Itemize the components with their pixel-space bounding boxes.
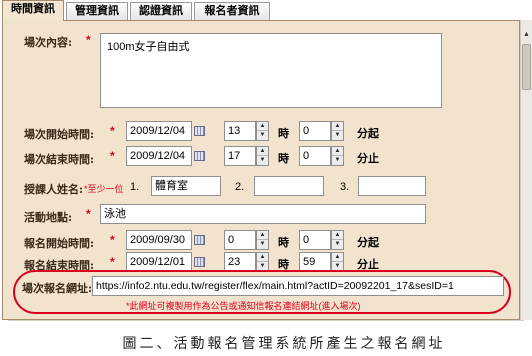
reg-start-hour-stepper[interactable]: ▲ ▼ [256,230,269,250]
reg-start-label: 報名開始時間: [24,237,95,250]
divider [8,320,524,321]
calendar-icon[interactable] [194,151,205,161]
reg-end-hour-field[interactable]: 23 [224,252,256,272]
required-mark: * [86,207,91,221]
figure-caption: 圖二、活動報名管理系統所產生之報名網址 [122,336,446,352]
required-mark: * [110,149,115,163]
instructor-3-field[interactable] [358,176,426,196]
hour-unit: 時 [278,152,289,165]
tab-bar: 時間資訊 管理資訊 認證資訊 報名者資訊 [0,0,532,21]
down-arrow-icon[interactable]: ▼ [257,156,268,165]
reg-start-minute-field[interactable]: 0 [299,230,331,250]
down-arrow-icon[interactable]: ▼ [257,240,268,249]
minute-start-unit: 分起 [357,236,379,249]
scroll-thumb[interactable] [522,44,531,90]
url-label: 場次報名網址: [22,282,93,295]
calendar-icon[interactable] [194,235,205,245]
instructor-label: 授課人姓名: [24,183,84,196]
content-textarea[interactable]: 100m女子自由式 [100,33,442,108]
vertical-scrollbar[interactable]: ▲ [520,20,532,320]
instructor-number: 3. [340,181,350,193]
location-field[interactable]: 泳池 [100,204,426,224]
up-arrow-icon[interactable]: ▲ [257,122,268,131]
start-hour-field[interactable]: 13 [224,121,256,141]
reg-end-date-field[interactable]: 2009/12/01 [126,252,192,272]
tab-management-info[interactable]: 管理資訊 [66,2,128,20]
instructor-number: 2. [235,181,245,193]
up-arrow-icon[interactable]: ▲ [332,231,343,240]
start-time-label: 場次開始時間: [24,128,95,141]
url-hint: *此網址可複製用作為公告或通知信報名連結網址(進入場次) [126,301,361,311]
registration-url-field[interactable]: https://info2.ntu.edu.tw/register/flex/m… [92,276,504,296]
reg-start-date-field[interactable]: 2009/09/30 [126,230,192,250]
down-arrow-icon[interactable]: ▼ [332,131,343,140]
hour-unit: 時 [278,127,289,140]
down-arrow-icon[interactable]: ▼ [332,156,343,165]
start-hour-stepper[interactable]: ▲ ▼ [256,121,269,141]
required-mark: * [110,255,115,269]
reg-end-minute-field[interactable]: 59 [299,252,331,272]
minute-start-unit: 分起 [357,127,379,140]
location-label: 活動地點: [24,211,73,224]
required-mark: * [86,33,91,47]
scroll-up-arrow-icon[interactable]: ▲ [521,30,532,40]
start-minute-stepper[interactable]: ▲ ▼ [331,121,344,141]
down-arrow-icon[interactable]: ▼ [257,131,268,140]
end-time-label: 場次結束時間: [24,153,95,166]
end-minute-field[interactable]: 0 [299,146,331,166]
reg-end-hour-stepper[interactable]: ▲ ▼ [256,252,269,272]
start-minute-field[interactable]: 0 [299,121,331,141]
calendar-icon[interactable] [194,126,205,136]
tab-registrant-info[interactable]: 報名者資訊 [194,2,270,20]
instructor-number: 1. [130,181,140,193]
hour-unit: 時 [278,236,289,249]
end-minute-stepper[interactable]: ▲ ▼ [331,146,344,166]
up-arrow-icon[interactable]: ▲ [332,147,343,156]
reg-start-minute-stepper[interactable]: ▲ ▼ [331,230,344,250]
end-hour-stepper[interactable]: ▲ ▼ [256,146,269,166]
instructor-hint: *至少一位 [84,184,124,194]
content-label: 場次內容: [24,36,73,49]
instructor-2-field[interactable] [254,176,324,196]
required-mark: * [110,233,115,247]
reg-start-hour-field[interactable]: 0 [224,230,256,250]
up-arrow-icon[interactable]: ▲ [257,253,268,262]
tab-time-info[interactable]: 時間資訊 [2,0,64,21]
up-arrow-icon[interactable]: ▲ [257,147,268,156]
instructor-1-field[interactable]: 體育室 [151,176,221,196]
calendar-icon[interactable] [194,257,205,267]
end-date-field[interactable]: 2009/12/04 [126,146,192,166]
end-hour-field[interactable]: 17 [224,146,256,166]
up-arrow-icon[interactable]: ▲ [332,122,343,131]
tab-certification-info[interactable]: 認證資訊 [130,2,192,20]
minute-end-unit: 分止 [357,152,379,165]
up-arrow-icon[interactable]: ▲ [257,231,268,240]
reg-end-minute-stepper[interactable]: ▲ ▼ [331,252,344,272]
required-mark: * [110,124,115,138]
up-arrow-icon[interactable]: ▲ [332,253,343,262]
start-date-field[interactable]: 2009/12/04 [126,121,192,141]
down-arrow-icon[interactable]: ▼ [332,240,343,249]
